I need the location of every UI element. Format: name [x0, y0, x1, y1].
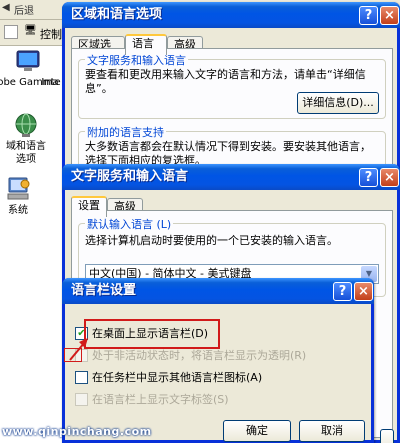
help-button[interactable]: ?: [333, 282, 352, 301]
watermark-text: www.qinpinchang.com: [2, 425, 152, 438]
back-button-label[interactable]: 后退: [14, 2, 34, 17]
cancel-button[interactable]: 取消: [299, 420, 365, 442]
option-label: 处于非活动状态时，将语言栏显示为透明(R): [92, 349, 307, 362]
option-label: 在任务栏中显示其他语言栏图标(A): [92, 371, 263, 384]
desktop-icon-regional[interactable]: 域和语言 选项: [0, 112, 58, 166]
language-bar-settings-dialog: 语言栏设置 ? × ✔ 在桌面上显示语言栏(D) 处于非活动状态时，将语言栏显示为…: [62, 278, 374, 443]
close-button[interactable]: ×: [354, 282, 373, 301]
system-icon: [7, 177, 30, 200]
close-icon: ×: [384, 170, 395, 185]
text-services-group: 文字服务和输入语言 要查看和更改用来输入文字的语言和方法，请单击“详细信息”。 …: [78, 52, 386, 119]
transparent-langbar-option: 处于非活动状态时，将语言栏显示为透明(R): [75, 348, 306, 364]
help-icon: ?: [338, 284, 347, 299]
details-button[interactable]: 详细信息(D)...: [297, 92, 379, 114]
help-button[interactable]: ?: [359, 168, 378, 187]
window-title: 区域和语言选项: [71, 7, 163, 22]
close-button[interactable]: ×: [380, 6, 399, 25]
desktop-icon-system[interactable]: 系统: [0, 176, 50, 217]
help-button[interactable]: ?: [359, 6, 378, 25]
option-label: 在语言栏上显示文字标签(S): [92, 393, 229, 406]
icon-label: 系统: [8, 205, 28, 216]
ok-button[interactable]: 确定: [223, 420, 291, 442]
group-title: 附加的语言支持: [85, 124, 166, 140]
regional-window-titlebar[interactable]: 区域和语言选项 ? ×: [62, 2, 400, 28]
window-title: 文字服务和输入语言: [71, 169, 189, 184]
tab-settings[interactable]: 设置: [71, 196, 107, 217]
help-icon: ?: [364, 8, 373, 23]
address-checkbox[interactable]: [4, 25, 18, 39]
icon-label: 域和语言 选项: [6, 141, 46, 165]
control-panel-icon: 🖥: [24, 25, 37, 36]
annotation-highlight-box: [84, 319, 220, 349]
checkbox-unchecked[interactable]: [75, 370, 88, 384]
dialog-title: 语言栏设置: [71, 283, 137, 298]
checkbox-unchecked: [75, 392, 88, 406]
close-button[interactable]: ×: [380, 168, 399, 187]
monitor-icon: [16, 50, 40, 71]
langbar-dialog-titlebar[interactable]: 语言栏设置 ? ×: [62, 278, 374, 304]
text-services-titlebar[interactable]: 文字服务和输入语言 ? ×: [62, 164, 400, 190]
tab-languages[interactable]: 语言: [125, 34, 167, 55]
back-icon[interactable]: ◀: [2, 2, 10, 13]
help-icon: ?: [364, 170, 373, 185]
group-title: 默认输入语言 (L): [85, 216, 174, 232]
text-labels-option: 在语言栏上显示文字标签(S): [75, 392, 229, 408]
close-icon: ×: [384, 8, 395, 23]
globe-icon: [15, 113, 37, 137]
close-icon: ×: [358, 284, 369, 299]
obscured-button[interactable]: [380, 429, 394, 443]
annotation-arrow-icon: [69, 338, 88, 361]
taskbar-icons-option[interactable]: 在任务栏中显示其他语言栏图标(A): [75, 370, 262, 386]
group-description: 选择计算机启动时要使用的一个已安装的输入语言。: [85, 234, 338, 247]
control-panel-label[interactable]: 控制: [40, 26, 62, 42]
